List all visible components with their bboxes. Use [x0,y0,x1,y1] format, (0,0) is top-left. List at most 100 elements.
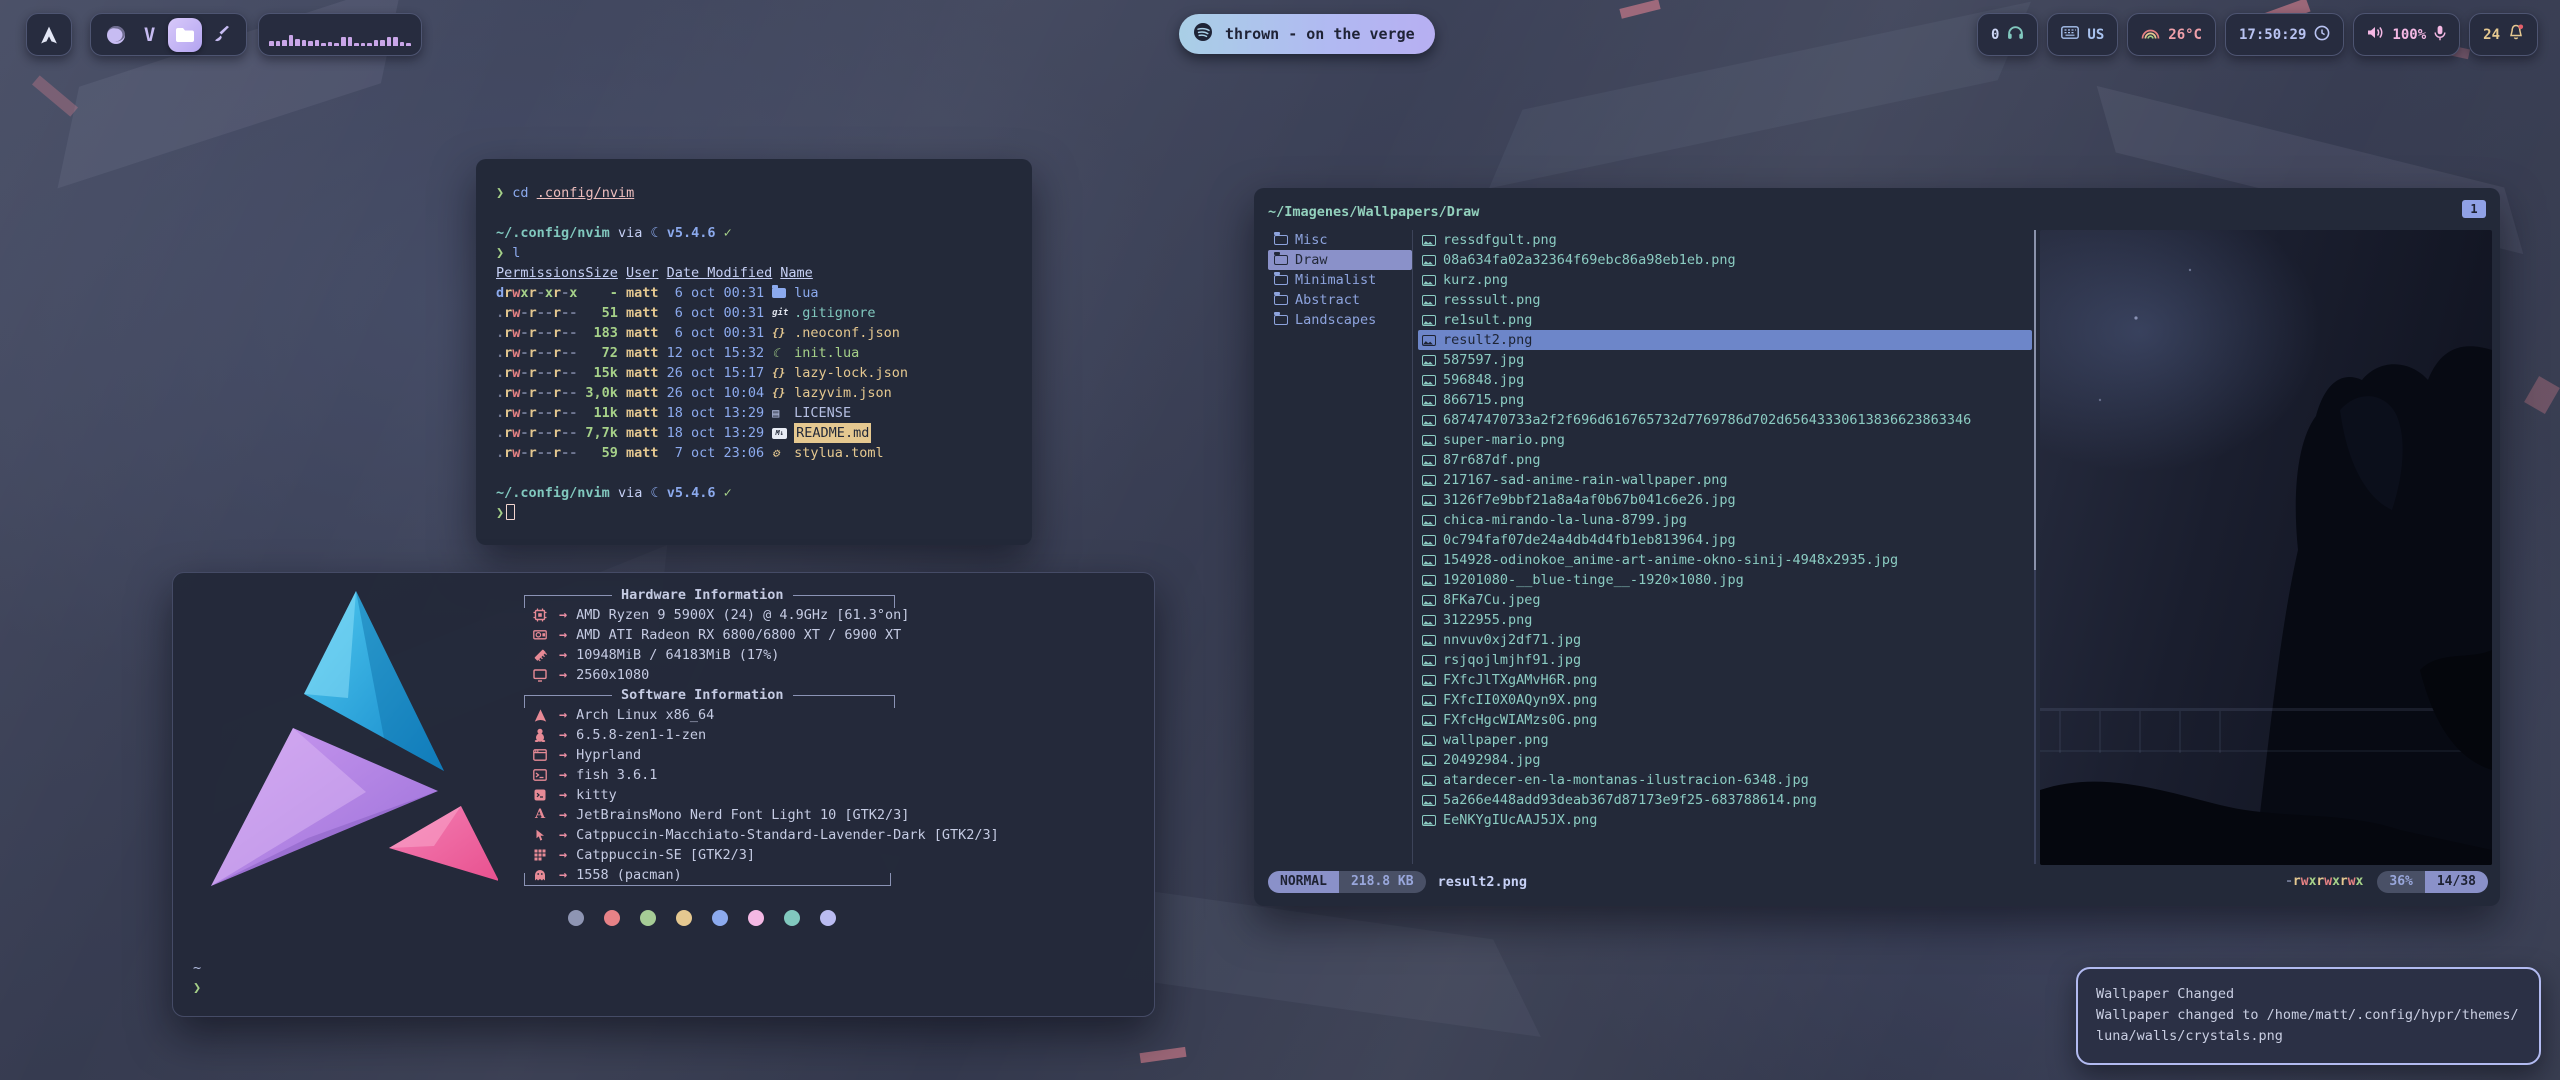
image-file-icon [1422,695,1436,706]
notification-body: Wallpaper changed to /home/matt/.config/… [2096,1005,2521,1026]
sidebar-folder[interactable]: Minimalist [1268,270,1412,290]
file-size: 72 [585,343,618,363]
list-item[interactable]: atardecer-en-la-montanas-ilustracion-634… [1418,770,2032,790]
file-size: 183 [585,323,618,343]
list-item[interactable]: 596848.jpg [1418,370,2032,390]
file-row: .rw-r--r-- 59 matt 7 oct 23:06 stylua.to… [496,443,1012,463]
resolution-value: 2560x1080 [576,665,649,685]
image-file-icon [1422,475,1436,486]
kitty-icon [531,789,549,801]
speaker-icon [2367,25,2384,44]
sidebar-folder[interactable]: Abstract [1268,290,1412,310]
list-item[interactable]: chica-mirando-la-luna-8799.jpg [1418,510,2032,530]
temperature-label: 26°C [2168,27,2202,43]
file-manager-window[interactable]: ~/Imagenes/Wallpapers/Draw 1 Misc Draw M… [1254,188,2500,906]
volume-module[interactable]: 100% [2353,13,2460,56]
folder-name: Landscapes [1295,310,1376,330]
list-item[interactable]: resssult.png [1418,290,2032,310]
file-permissions: .rw-r--r-- [496,443,585,463]
image-file-icon [1422,415,1436,426]
list-item[interactable]: FXfcHgcWIAMzs0G.png [1418,710,2032,730]
scrollbar[interactable] [2034,230,2036,864]
sidebar-folder[interactable]: Draw [1268,250,1412,270]
list-item[interactable]: 19201080-__blue-tinge__-1920×1080.jpg [1418,570,2032,590]
list-item[interactable]: 08a634fa02a32364f69ebc86a98eb1eb.png [1418,250,2032,270]
audio-visualizer[interactable] [258,13,422,56]
file-permissions: .rw-r--r-- [496,423,585,443]
list-item[interactable]: 217167-sad-anime-rain-wallpaper.png [1418,470,2032,490]
cursor-position: 14/38 [2425,871,2488,893]
file-name: 87r687df.png [1443,450,1541,470]
hardware-section-header: Hardware Information [524,585,1124,605]
launcher-button[interactable] [26,13,72,56]
weather-module[interactable]: 26°C [2127,13,2216,56]
notification-popup[interactable]: Wallpaper Changed Wallpaper changed to /… [2076,967,2541,1065]
clock-module[interactable]: 17:50:29 [2225,13,2344,56]
file-name: re1sult.png [1443,310,1532,330]
tux-icon [531,728,549,742]
list-item[interactable]: kurz.png [1418,270,2032,290]
crystal-logo [188,578,498,938]
microphone-icon [2434,25,2446,45]
terminal-input-line[interactable]: ❯ [496,503,1012,523]
tab-indicator[interactable]: 1 [2462,200,2486,218]
file-name: stylua.toml [794,443,883,463]
image-file-icon [1422,755,1436,766]
list-item[interactable]: 587597.jpg [1418,350,2032,370]
prompt-cwd: ~ [193,958,201,978]
list-item[interactable]: 20492984.jpg [1418,750,2032,770]
theme-grid-icon [531,849,549,861]
app-vim-button[interactable]: V [135,20,165,50]
fetch-shell-prompt[interactable]: ~ ❯ [193,958,201,998]
file-name: resssult.png [1443,290,1541,310]
list-item[interactable]: 8FKa7Cu.jpeg [1418,590,2032,610]
keyboard-layout-module[interactable]: US [2047,13,2118,56]
list-item[interactable]: 5a266e448add93deab367d87173e9f25-6837886… [1418,790,2032,810]
list-item[interactable]: FXfcII0X0AQyn9X.png [1418,690,2032,710]
file-size: 11k [585,403,618,423]
system-fetch-window[interactable]: Hardware Information →AMD Ryzen 9 5900X … [172,572,1155,1017]
list-item[interactable]: result2.png [1418,330,2032,350]
fetch-row-os: →Arch Linux x86_64 [524,705,1124,725]
file-size: - [585,283,618,303]
list-item[interactable]: 3126f7e9bbf21a8a4af0b67b041c6e26.jpg [1418,490,2032,510]
list-item[interactable]: FXfcJlTXgAMvH6R.png [1418,670,2032,690]
file-permissions: .rw-r--r-- [496,383,585,403]
media-player-widget[interactable]: thrown - on the verge [1179,14,1435,54]
list-item[interactable]: super-mario.png [1418,430,2032,450]
list-item[interactable]: re1sult.png [1418,310,2032,330]
scrollbar-thumb[interactable] [2034,230,2036,570]
terminal-cursor [506,504,515,520]
palette-dot [676,910,692,926]
terminal-prompt-header: ~/.config/nvim via ☾ v5.4.6 ✓ [496,483,1012,503]
list-item[interactable]: 154928-odinokoe_anime-art-anime-okno-sin… [1418,550,2032,570]
list-item[interactable]: 68747470733a2f2f696d616765732d7769786d70… [1418,410,2032,430]
list-item[interactable]: rsjqojlmjhf91.jpg [1418,650,2032,670]
file-name: .neoconf.json [794,323,900,343]
volume-label: 100% [2392,27,2426,43]
terminal-window[interactable]: ❯ cd .config/nvim ~/.config/nvim via ☾ v… [476,159,1032,545]
list-item[interactable]: 87r687df.png [1418,450,2032,470]
list-item[interactable]: wallpaper.png [1418,730,2032,750]
image-file-icon [1422,775,1436,786]
list-item[interactable]: 866715.png [1418,390,2032,410]
app-files-button[interactable] [168,18,202,52]
file-name: lua [794,283,818,303]
sidebar-folder[interactable]: Misc [1268,230,1412,250]
app-paint-button[interactable] [206,20,236,50]
list-item[interactable]: 3122955.png [1418,610,2032,630]
list-item[interactable]: ressdfgult.png [1418,230,2032,250]
list-item[interactable]: nnvuv0xj2df71.jpg [1418,630,2032,650]
app-firefox-button[interactable] [101,20,131,50]
sidebar-folder[interactable]: Landscapes [1268,310,1412,330]
fetch-row-theme: →Catppuccin-SE [GTK2/3] [524,845,1124,865]
file-name: rsjqojlmjhf91.jpg [1443,650,1581,670]
file-date: 6 oct 00:31 [667,323,765,343]
file-permissions: .rw-r--r-- [496,343,585,363]
headset-module[interactable]: 0 [1977,13,2038,56]
list-item[interactable]: EeNKYgIUcAAJ5JX.png [1418,810,2032,830]
folder-icon [1274,295,1288,305]
file-permissions: .rw-r--r-- [496,303,585,323]
notifications-module[interactable]: 24 [2469,13,2538,56]
list-item[interactable]: 0c794faf07de24a4db4d4fb1eb813964.jpg [1418,530,2032,550]
